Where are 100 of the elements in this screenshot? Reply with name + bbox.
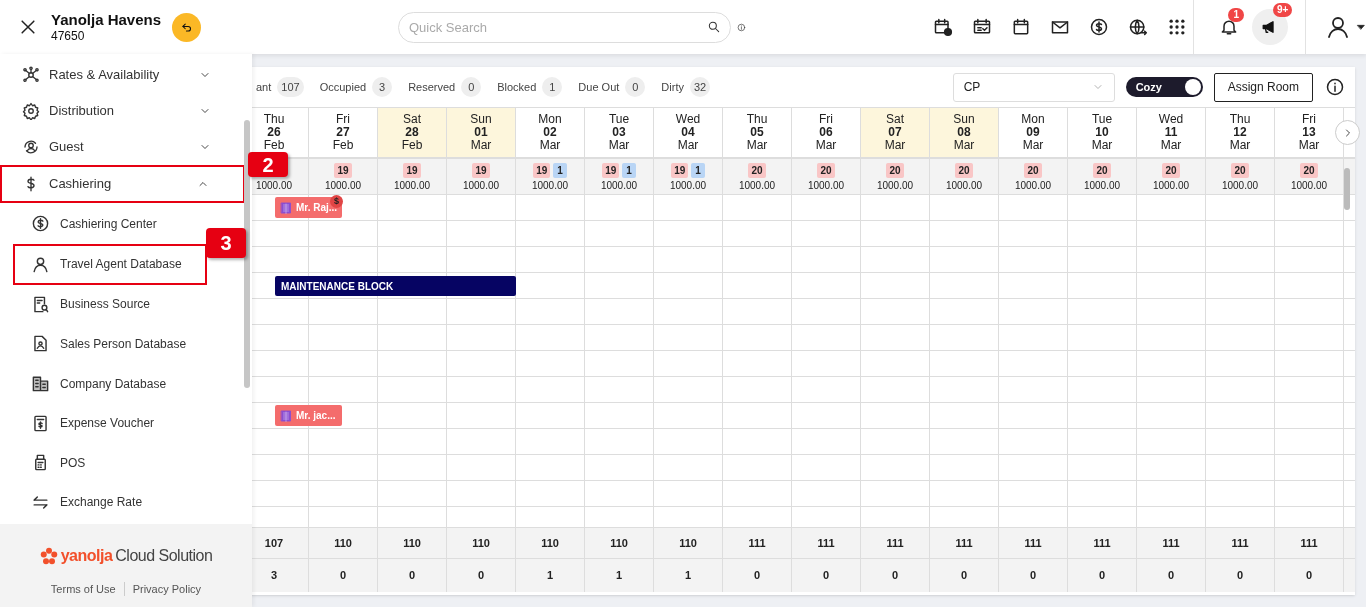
calendar-check-icon[interactable] — [971, 17, 992, 37]
summary-cell: 0 — [447, 559, 516, 592]
availability-badge: 19 — [602, 162, 620, 178]
sidebar-subitem[interactable]: Cashiering Center — [0, 204, 200, 244]
footer-link[interactable]: Privacy Policy — [132, 581, 202, 598]
day-header: Sat 28 Feb — [378, 108, 447, 157]
availability-badge: 19 — [533, 162, 551, 178]
footer-link[interactable]: Terms of Use — [50, 581, 116, 598]
stat-label: Occupied — [319, 79, 367, 95]
step-badge: 2 — [248, 152, 288, 177]
day-header: Sun 08 Mar — [930, 108, 999, 157]
receipt-icon — [31, 413, 50, 433]
sidebar-subitem[interactable]: Sales Person Database — [0, 324, 200, 364]
summary-cell: 111 — [1068, 528, 1137, 558]
network-icon — [22, 66, 40, 84]
rate-text: 1000.00 — [945, 180, 983, 191]
calendar-plus-icon[interactable] — [932, 17, 953, 37]
sidebar-subitem[interactable]: Expense Voucher — [0, 403, 200, 443]
summary-cell: 111 — [999, 528, 1068, 558]
summary-cell: 1 — [585, 559, 654, 592]
summary-cell: 1 — [654, 559, 723, 592]
summary-cell: 111 — [930, 528, 999, 558]
stat-count: 1 — [542, 77, 563, 97]
sidebar-subitem[interactable]: POS — [0, 442, 200, 483]
rate-select[interactable]: CP — [952, 72, 1115, 102]
person-cycle-icon — [22, 138, 40, 156]
availability-badge: 20 — [817, 162, 835, 178]
user-menu-button[interactable] — [1326, 15, 1366, 39]
summary-cell: 111 — [792, 528, 861, 558]
rate-text: 1000.00 — [876, 180, 914, 191]
availability-badge: 20 — [748, 162, 766, 178]
availability-badge: 20 — [1024, 162, 1042, 178]
rate-text: 1000.00 — [1083, 180, 1121, 191]
scrollbar-thumb[interactable] — [1344, 168, 1350, 210]
day-header: Sat 07 Mar — [861, 108, 930, 157]
blocked-badge: 1 — [691, 162, 705, 178]
summary-cell: 111 — [1206, 528, 1275, 558]
summary-cell: 0 — [378, 559, 447, 592]
sidebar-item[interactable]: Rates & Availability — [0, 57, 240, 93]
rate-text: 1000.00 — [1290, 180, 1328, 191]
summary-cell: 0 — [792, 559, 861, 592]
stat-count: 0 — [625, 77, 646, 97]
dollar-circle-icon[interactable] — [1088, 17, 1109, 37]
sidebar-subitem[interactable]: Exchange Rate — [0, 482, 200, 523]
rate-text: 1000.00 — [1014, 180, 1052, 191]
property-name: Yanolja Havens — [51, 12, 162, 27]
person-icon — [31, 254, 50, 274]
sidebar-item[interactable]: Distribution — [0, 93, 240, 129]
rate-text: 1000.00 — [807, 180, 845, 191]
stat-label: Due Out — [578, 79, 620, 95]
announcement-badge: 9+ — [1273, 3, 1293, 17]
day-header: Sun 01 Mar — [447, 108, 516, 157]
sidebar-item[interactable]: Guest — [0, 129, 240, 165]
summary-cell: 111 — [861, 528, 930, 558]
sidebar-subitem[interactable]: Business Source — [0, 284, 200, 325]
rate-text: 1000.00 — [531, 180, 569, 191]
scrollbar-thumb[interactable] — [244, 120, 250, 388]
info-icon[interactable] — [1325, 77, 1345, 97]
summary-cell: 0 — [1068, 559, 1137, 592]
availability-badge: 19 — [334, 162, 352, 178]
stat-label: Dirty — [661, 79, 684, 95]
caret-icon — [1356, 22, 1366, 32]
rate-text: 1000.00 — [1221, 180, 1259, 191]
user-icon — [1326, 15, 1350, 39]
summary-cell: 110 — [447, 528, 516, 558]
summary-cell: 110 — [378, 528, 447, 558]
assign-room-button[interactable]: Assign Room — [1213, 72, 1313, 102]
summary-cell: 111 — [1137, 528, 1206, 558]
availability-badge: 20 — [886, 162, 904, 178]
summary-cell: 110 — [585, 528, 654, 558]
stat-label: ant — [256, 79, 272, 95]
stat-count: 107 — [277, 77, 304, 97]
globe-icon[interactable] — [1127, 17, 1148, 37]
rate-text: 1000.00 — [1152, 180, 1190, 191]
summary-cell: 110 — [654, 528, 723, 558]
notification-badge: 1 — [1228, 8, 1244, 22]
search-field[interactable]: Quick Search — [398, 11, 731, 43]
summary-cell: 111 — [723, 528, 792, 558]
sidebar-subitem[interactable]: Company Database — [0, 363, 200, 404]
summary-cell: 0 — [1275, 559, 1344, 592]
gear-icon — [22, 102, 40, 120]
summary-cell: 0 — [861, 559, 930, 592]
blocked-badge: 1 — [622, 162, 636, 178]
building-icon — [31, 374, 50, 394]
summary-cell: 110 — [309, 528, 378, 558]
summary-cell: 111 — [1275, 528, 1344, 558]
view-toggle[interactable]: Cozy — [1125, 77, 1203, 97]
back-button[interactable] — [172, 12, 202, 42]
summary-cell: 0 — [930, 559, 999, 592]
availability-badge: 20 — [1162, 162, 1180, 178]
stat-count: 3 — [372, 77, 393, 97]
building-icon — [280, 409, 292, 422]
document-person-icon — [31, 334, 50, 354]
rate-text: 1000.00 — [600, 180, 638, 191]
rate-text: 1000.00 — [462, 180, 500, 191]
availability-badge: 20 — [1300, 162, 1318, 178]
sidebar-item[interactable]: Cashiering — [0, 165, 245, 203]
property-id: 47650 — [51, 30, 86, 42]
building-icon — [280, 201, 292, 214]
sidebar-subitem[interactable]: Travel Agent Database — [13, 243, 207, 285]
